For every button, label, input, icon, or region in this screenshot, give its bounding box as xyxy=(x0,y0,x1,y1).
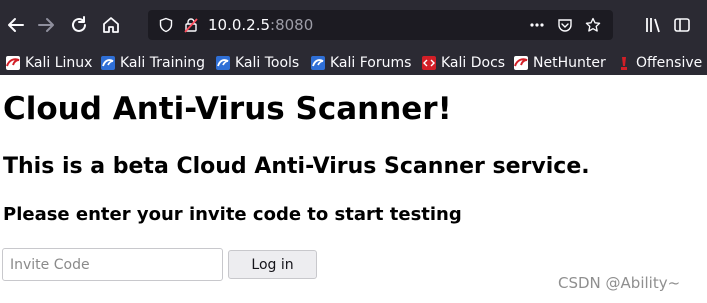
sidebar-icon[interactable] xyxy=(670,13,694,37)
bookmark-kali-training[interactable]: Kali Training xyxy=(101,53,205,72)
bookmark-label: Kali Training xyxy=(120,54,205,71)
url-bar[interactable]: 10.0.2.5:8080 xyxy=(148,10,613,40)
more-icon[interactable] xyxy=(529,17,545,33)
url-host: 10.0.2.5 xyxy=(208,16,271,34)
bookmark-label: Kali Tools xyxy=(235,54,300,71)
bookmark-nethunter[interactable]: NetHunter xyxy=(514,53,606,72)
bookmarks-bar: Kali Linux Kali Training Kali Tools Kali… xyxy=(0,50,707,75)
shield-icon[interactable] xyxy=(158,17,174,33)
library-icon[interactable] xyxy=(641,13,665,37)
invite-code-input[interactable] xyxy=(2,248,223,281)
bookmark-label: Kali Docs xyxy=(441,54,506,71)
back-icon[interactable] xyxy=(4,13,28,37)
offensive-security-icon xyxy=(617,56,631,70)
url-port: :8080 xyxy=(270,16,314,34)
reload-icon[interactable] xyxy=(67,13,91,37)
kali-docs-icon xyxy=(422,55,436,70)
url-text[interactable]: 10.0.2.5:8080 xyxy=(208,16,313,34)
bookmark-label: Kali Linux xyxy=(25,54,93,71)
kali-tools-icon xyxy=(216,55,230,70)
login-button[interactable]: Log in xyxy=(228,250,317,279)
page-subtitle: This is a beta Cloud Anti-Virus Scanner … xyxy=(3,154,590,179)
bookmark-label: Offensive S xyxy=(636,54,707,71)
bookmark-kali-linux[interactable]: Kali Linux xyxy=(6,53,92,72)
watermark: CSDN @Ability~ xyxy=(558,274,681,292)
browser-toolbar: 10.0.2.5:8080 xyxy=(0,0,707,50)
bookmark-label: Kali Forums xyxy=(330,54,412,71)
page-title: Cloud Anti-Virus Scanner! xyxy=(3,91,452,127)
kali-dragon-icon xyxy=(6,55,20,70)
bookmark-kali-tools[interactable]: Kali Tools xyxy=(216,53,299,72)
page-content: Cloud Anti-Virus Scanner! This is a beta… xyxy=(0,75,707,303)
bookmark-offensive-security[interactable]: Offensive S xyxy=(617,53,707,72)
nethunter-icon xyxy=(514,55,528,70)
kali-forums-icon xyxy=(311,55,325,70)
pocket-icon[interactable] xyxy=(557,17,573,33)
bookmark-label: NetHunter xyxy=(533,54,606,71)
kali-training-icon xyxy=(101,55,115,70)
star-icon[interactable] xyxy=(585,17,601,33)
bookmark-kali-forums[interactable]: Kali Forums xyxy=(311,53,411,72)
forward-icon[interactable] xyxy=(34,13,58,37)
insecure-lock-icon[interactable] xyxy=(183,17,199,33)
instruction-text: Please enter your invite code to start t… xyxy=(3,204,462,225)
home-icon[interactable] xyxy=(99,13,123,37)
bookmark-kali-docs[interactable]: Kali Docs xyxy=(422,53,505,72)
